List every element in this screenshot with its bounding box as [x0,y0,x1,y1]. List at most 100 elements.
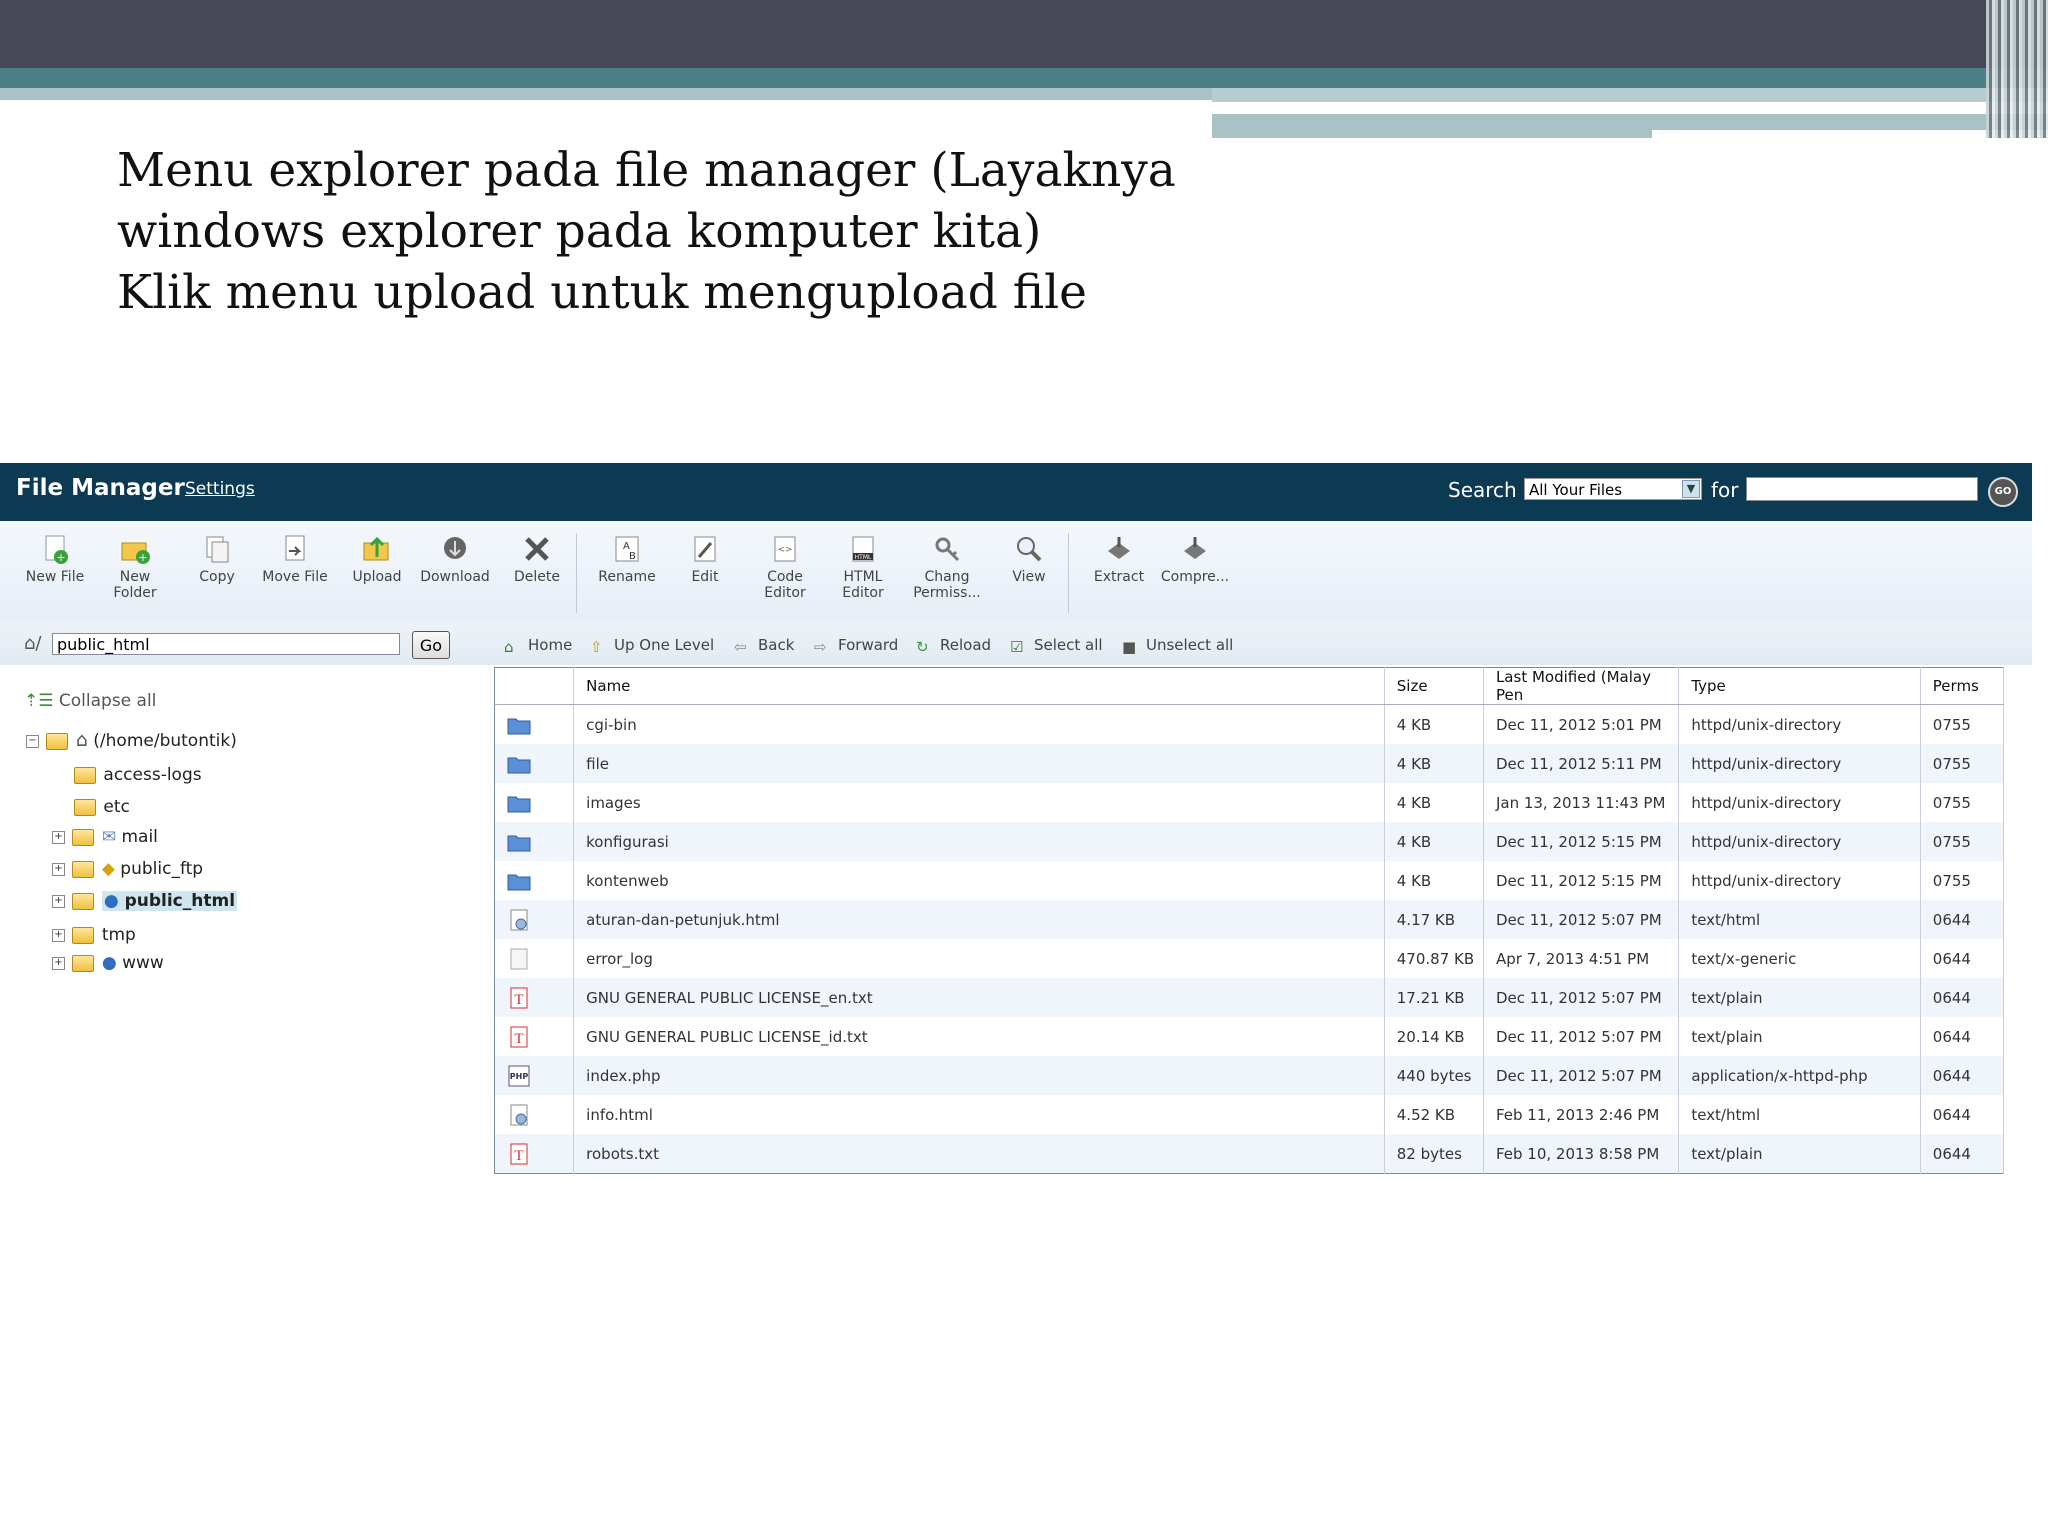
cell-name[interactable]: GNU GENERAL PUBLIC LICENSE_en.txt [573,978,1385,1017]
path-input[interactable]: public_html [52,633,400,655]
html-icon [510,909,528,930]
expand-toggle-icon[interactable]: + [52,894,65,908]
forward-button[interactable]: ⇨ Forward [814,636,898,656]
modified-column-header[interactable]: Last Modified (Malay Pen [1483,667,1680,705]
table-row[interactable]: info.html 4.52 KB Feb 11, 2013 2:46 PM text… [494,1095,2005,1134]
move-file-button[interactable]: Move File [258,533,332,585]
collapse-toggle-icon[interactable]: − [26,734,39,748]
table-row[interactable]: images 4 KB Jan 13, 2013 11:43 PM httpd/uni… [494,783,2005,822]
tree-item-public-ftp[interactable]: + ◆ public_ftp [52,859,203,879]
toolbar-button-label: Upload [352,569,402,585]
chevron-down-icon[interactable]: ▼ [1682,480,1700,498]
table-row[interactable]: T GNU GENERAL PUBLIC LICENSE_en.txt 17.21 … [494,978,2005,1017]
cell-name[interactable]: GNU GENERAL PUBLIC LICENSE_id.txt [573,1017,1385,1056]
table-row[interactable]: file 4 KB Dec 11, 2012 5:11 PM httpd/unix-d… [494,744,2005,783]
file-table: Name Size Last Modified (Malay Pen Type … [494,667,2005,1174]
cell-name[interactable]: robots.txt [573,1134,1385,1174]
table-row[interactable]: cgi-bin 4 KB Dec 11, 2012 5:01 PM httpd/uni… [494,704,2005,744]
expand-toggle-icon[interactable]: + [52,928,65,942]
search-scope-select[interactable]: All Your Files ▼ [1524,478,1702,500]
extract-button[interactable]: Extract [1082,533,1156,585]
reload-button[interactable]: ↻ Reload [916,636,991,656]
toolbar-button-label: View [1012,569,1046,585]
new-folder-button[interactable]: + New Folder [98,533,172,601]
cell-type: httpd/unix-directory [1678,861,1921,900]
tree-item-tmp[interactable]: + tmp [52,925,136,945]
tree-item-etc[interactable]: etc [72,797,130,817]
toolbar-button-label: Move File [262,569,328,585]
tree-root[interactable]: − ⌂ (/home/butontik) [26,729,237,751]
mail-icon: ✉ [101,827,117,847]
cell-perms: 0644 [1920,978,2005,1017]
view-button[interactable]: View [992,533,1066,585]
delete-button[interactable]: Delete [500,533,574,585]
cell-name[interactable]: info.html [573,1095,1385,1134]
table-row[interactable]: PHP index.php 440 bytes Dec 11, 2012 5:07 P… [494,1056,2005,1095]
cell-name[interactable]: images [573,783,1385,822]
cell-name[interactable]: kontenweb [573,861,1385,900]
toolbar-button-label: Compre... [1160,569,1230,585]
cell-modified: Dec 11, 2012 5:07 PM [1483,1056,1680,1095]
folder-icon [72,828,95,846]
cell-name[interactable]: konfigurasi [573,822,1385,861]
cell-name[interactable]: cgi-bin [573,704,1385,744]
table-row[interactable]: T GNU GENERAL PUBLIC LICENSE_id.txt 20.14 … [494,1017,2005,1056]
svg-text:PHP: PHP [510,1072,529,1081]
cell-modified: Dec 11, 2012 5:15 PM [1483,861,1680,900]
table-row[interactable]: Trobots.txt 82 bytes Feb 10, 2013 8:58 PM t… [494,1134,2005,1174]
html-editor-button[interactable]: HTML HTML Editor [826,533,900,601]
name-column-header[interactable]: Name [573,667,1385,705]
tree-item-mail[interactable]: + ✉ mail [52,827,158,847]
cell-name[interactable]: error_log [573,939,1385,978]
slide-header-stripe [0,88,1212,100]
select-all-button[interactable]: ☑ Select all [1010,636,1103,656]
path-go-button[interactable]: Go [412,631,450,659]
table-row[interactable]: konfigurasi 4 KB Dec 11, 2012 5:15 PM httpd… [494,822,2005,861]
copy-button[interactable]: Copy [180,533,254,585]
size-column-header[interactable]: Size [1384,667,1484,705]
directory-tree-panel: ⌂/ public_html Go ⇡☰ Collapse all − ⌂ (/… [0,621,490,1203]
perms-column-header[interactable]: Perms [1920,667,2005,705]
permissions-button[interactable]: Chang Permiss... [910,533,984,601]
expand-toggle-icon[interactable]: + [52,830,65,844]
expand-toggle-icon[interactable]: + [52,956,65,970]
back-button[interactable]: ⇦ Back [734,636,795,656]
collapse-all-link[interactable]: ⇡☰ Collapse all [24,691,156,711]
cell-perms: 0644 [1920,939,2005,978]
download-button[interactable]: Download [418,533,492,585]
search-input[interactable] [1746,477,1978,501]
code-editor-button[interactable]: <> Code Editor [748,533,822,601]
cell-name[interactable]: index.php [573,1056,1385,1095]
php-file-icon: PHP [494,1056,575,1095]
home-button[interactable]: ⌂ Home [504,636,572,656]
search-go-button[interactable]: GO [1988,477,2018,507]
table-row[interactable]: kontenweb 4 KB Dec 11, 2012 5:15 PM httpd/u… [494,861,2005,900]
tree-item-selected: ● public_html [101,891,238,911]
tree-item-public-html[interactable]: + ● public_html [52,891,238,911]
cell-name[interactable]: file [573,744,1385,783]
settings-link[interactable]: Settings [185,479,255,499]
compress-button[interactable]: Compre... [1158,533,1232,585]
compress-icon [1184,537,1206,559]
cell-modified: Jan 13, 2013 11:43 PM [1483,783,1680,822]
type-column-header[interactable]: Type [1678,667,1921,705]
upload-icon [363,536,389,561]
rename-button[interactable]: A B Rename [590,533,664,585]
toolbar: + New File + New Folder Copy Move File Upload D… [0,521,2032,622]
home-icon: ⌂ [75,729,88,751]
tree-item-access-logs[interactable]: access-logs [72,765,202,785]
up-one-level-button[interactable]: ⇧ Up One Level [590,636,714,656]
toolbar-button-label: Rename [598,569,656,585]
expand-toggle-icon[interactable]: + [52,862,65,876]
upload-button[interactable]: Upload [340,533,414,585]
tree-item-label: etc [103,797,130,817]
new-file-button[interactable]: + New File [18,533,92,585]
edit-button[interactable]: Edit [668,533,742,585]
unselect-all-button[interactable]: ■ Unselect all [1122,636,1233,656]
cell-name[interactable]: aturan-dan-petunjuk.html [573,900,1385,939]
table-row[interactable]: error_log 470.87 KB Apr 7, 2013 4:51 PM tex… [494,939,2005,978]
cell-modified: Dec 11, 2012 5:07 PM [1483,1017,1680,1056]
back-label: Back [758,636,795,654]
table-row[interactable]: aturan-dan-petunjuk.html 4.17 KB Dec 11, 2… [494,900,2005,939]
tree-item-www[interactable]: + ● www [52,953,164,973]
